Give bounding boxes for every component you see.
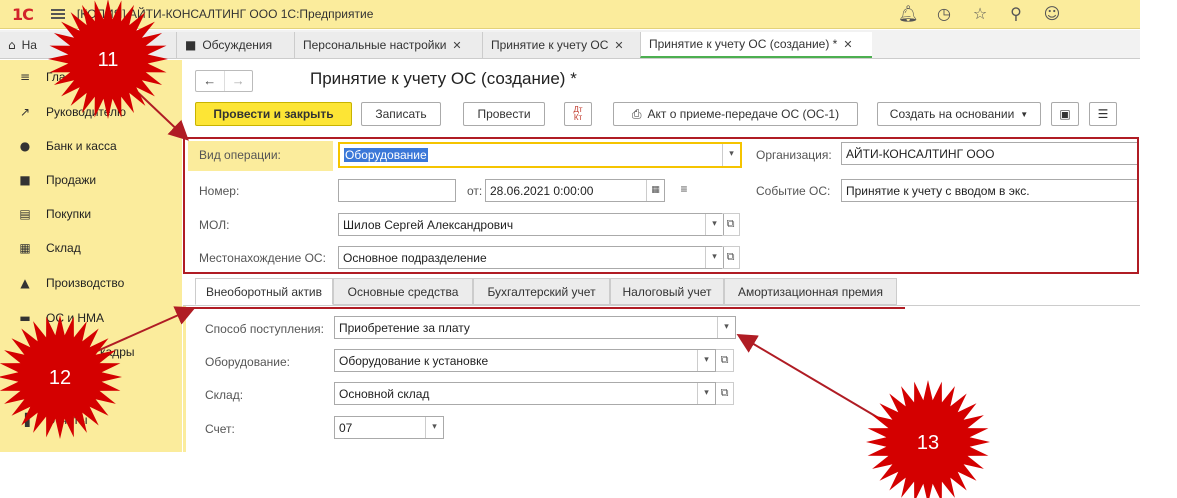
callout-label-12: 12: [49, 367, 71, 389]
callout-arrow-13: [736, 333, 883, 421]
app-window: 1С [КОПИЯ] АЙТИ-КОНСАЛТИНГ ООО 1С:Предпр…: [0, 0, 1177, 498]
callouts-overlay: 11 12 13: [0, 0, 990, 498]
callout-arrow-12: [94, 306, 196, 353]
callout-label-13: 13: [917, 432, 939, 454]
callout-label-11: 11: [98, 49, 119, 71]
